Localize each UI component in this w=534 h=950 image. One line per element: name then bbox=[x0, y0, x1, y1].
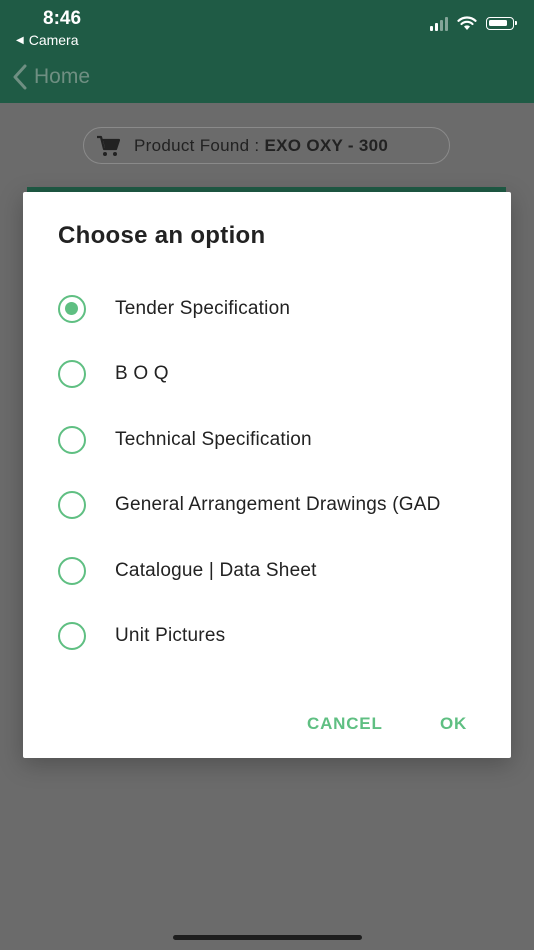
battery-icon bbox=[486, 17, 517, 30]
option-label: General Arrangement Drawings (GAD bbox=[115, 494, 441, 515]
option-label: Technical Specification bbox=[115, 429, 312, 450]
cancel-button[interactable]: CANCEL bbox=[307, 714, 383, 734]
radio-button[interactable] bbox=[58, 557, 86, 585]
radio-button[interactable] bbox=[58, 295, 86, 323]
app-header: 8:46 ◀ Camera Home bbox=[0, 0, 534, 103]
status-back-to-camera[interactable]: ◀ Camera bbox=[16, 32, 79, 48]
dialog-title: Choose an option bbox=[58, 222, 266, 249]
product-name: EXO OXY - 300 bbox=[264, 135, 389, 155]
ok-button[interactable]: OK bbox=[440, 714, 467, 734]
option-technical-specification[interactable]: Technical Specification bbox=[58, 418, 478, 462]
option-label: B O Q bbox=[115, 363, 169, 384]
radio-button[interactable] bbox=[58, 622, 86, 650]
home-back-label: Home bbox=[34, 65, 91, 88]
product-prefix: Product Found : bbox=[134, 135, 260, 155]
chevron-left-icon bbox=[13, 64, 27, 90]
status-icons bbox=[430, 16, 517, 31]
wifi-icon bbox=[457, 16, 477, 30]
option-unit-pictures[interactable]: Unit Pictures bbox=[58, 614, 478, 658]
status-time: 8:46 bbox=[43, 8, 82, 29]
signal-icon bbox=[430, 16, 448, 31]
radio-button[interactable] bbox=[58, 491, 86, 519]
back-triangle-icon: ◀ bbox=[16, 34, 24, 46]
option-label: Catalogue | Data Sheet bbox=[115, 560, 317, 581]
home-back-button[interactable]: Home bbox=[12, 64, 90, 90]
home-indicator[interactable] bbox=[173, 935, 362, 940]
product-found-text: Product Found : EXO OXY - 300 bbox=[134, 136, 388, 156]
choose-option-dialog: Choose an option Tender Specification B … bbox=[23, 192, 511, 758]
option-catalogue-data-sheet[interactable]: Catalogue | Data Sheet bbox=[58, 549, 478, 593]
status-back-label: Camera bbox=[28, 32, 79, 48]
radio-button[interactable] bbox=[58, 426, 86, 454]
option-general-arrangement-drawings[interactable]: General Arrangement Drawings (GAD bbox=[58, 483, 478, 527]
radio-button[interactable] bbox=[58, 360, 86, 388]
option-label: Tender Specification bbox=[115, 298, 291, 319]
product-found-pill: Product Found : EXO OXY - 300 bbox=[83, 127, 450, 164]
option-label: Unit Pictures bbox=[115, 625, 226, 646]
option-tender-specification[interactable]: Tender Specification bbox=[58, 287, 478, 331]
cart-icon bbox=[97, 135, 120, 156]
option-boq[interactable]: B O Q bbox=[58, 352, 478, 396]
